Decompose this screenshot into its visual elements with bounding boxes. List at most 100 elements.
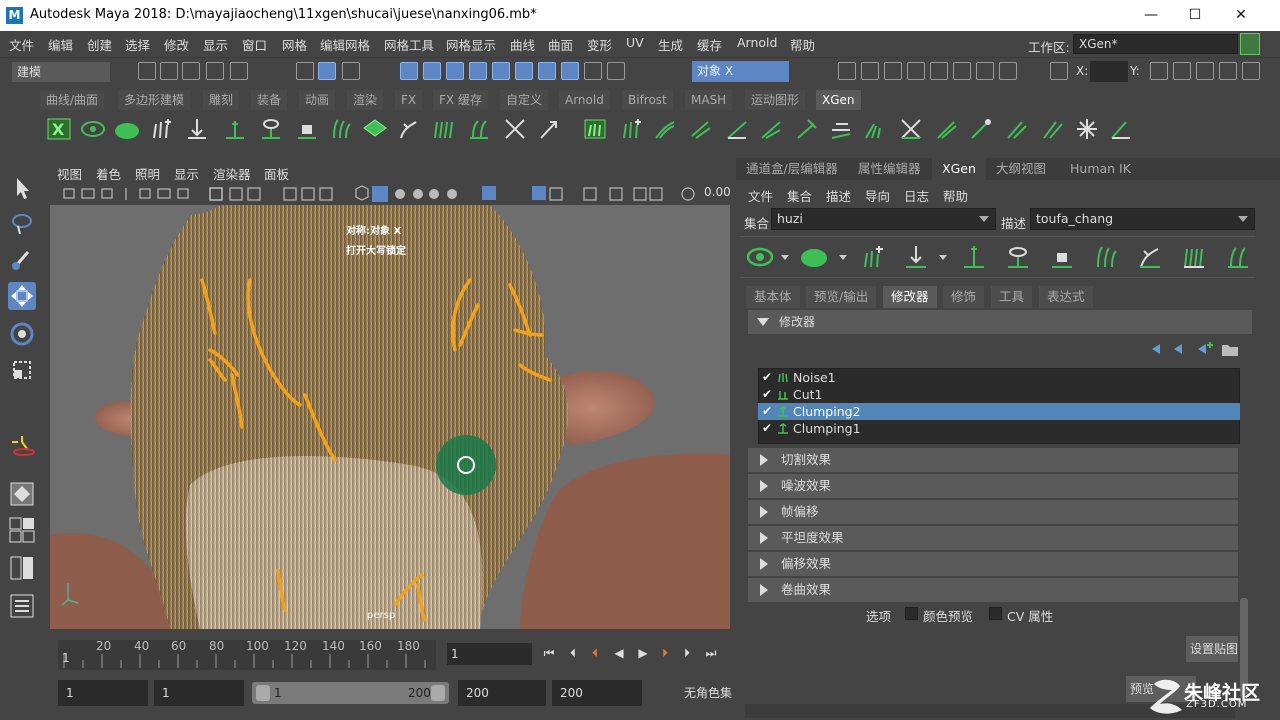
shelf-tab-rendering[interactable]: 渲染: [347, 90, 384, 110]
playback-start-field[interactable]: 1: [154, 680, 244, 706]
modifier-row-clumping2[interactable]: ✔ Clumping2: [758, 403, 1240, 420]
right-panel-scrollbar[interactable]: [1238, 452, 1250, 702]
shelf-tab-bifrost[interactable]: Bifrost: [622, 90, 673, 110]
modifier-folder-icon[interactable]: [1222, 345, 1238, 356]
xgen-menu-collection[interactable]: 集合: [787, 186, 812, 205]
guide-grid-icon[interactable]: [362, 116, 388, 142]
add-guide-icon[interactable]: [858, 243, 886, 271]
animation-end-field[interactable]: 200: [552, 680, 642, 706]
shelf-tab-rigging[interactable]: 装备: [251, 90, 288, 110]
animation-start-field[interactable]: 1: [58, 680, 148, 706]
hypershade-icon[interactable]: [930, 62, 948, 80]
move-modifier-up-icon[interactable]: [1152, 344, 1160, 354]
go-to-end-button[interactable]: ⏭: [702, 643, 720, 663]
xgen-preview-eye-icon[interactable]: [746, 243, 774, 271]
tab-xgen[interactable]: XGen: [932, 158, 986, 180]
groom-smooth-icon[interactable]: [724, 116, 750, 142]
shelf-tab-fx[interactable]: FX: [395, 90, 423, 110]
xgen-menu-description[interactable]: 描述: [826, 186, 851, 205]
lasso-tool-icon[interactable]: [8, 210, 36, 238]
section-flatness-effect[interactable]: 平坦度效果: [748, 526, 1238, 550]
last-tool-icon[interactable]: [8, 430, 36, 458]
shelf-tab-mash[interactable]: MASH: [685, 90, 733, 110]
symmetry-object-field[interactable]: 对象 X: [692, 61, 789, 82]
snap-surface-icon[interactable]: [492, 62, 510, 80]
lock-icon[interactable]: [584, 62, 602, 80]
section-frame-offset[interactable]: 帧偏移: [748, 500, 1238, 524]
minimize-button[interactable]: —: [1136, 4, 1166, 26]
preview-options-chevron-icon[interactable]: [778, 243, 792, 271]
channel-box-toggle-icon[interactable]: [1242, 62, 1260, 80]
xgen-create-description-icon[interactable]: [114, 116, 140, 142]
guide-bend-icon[interactable]: [396, 116, 422, 142]
step-forward-frame-button[interactable]: ⏵: [678, 643, 696, 663]
brush-manipulator[interactable]: [436, 435, 496, 495]
menu-generate[interactable]: 生成: [658, 35, 683, 54]
shelf-tab-custom[interactable]: 自定义: [500, 90, 549, 110]
guide-add-cv-icon[interactable]: [222, 116, 248, 142]
guide-visibility-icon[interactable]: [258, 116, 284, 142]
play-backwards-button[interactable]: ◀: [610, 643, 628, 663]
menu-mesh-display[interactable]: 网格显示: [446, 35, 496, 54]
3d-viewport[interactable]: [50, 205, 730, 629]
step-forward-key-button[interactable]: ⏵: [656, 643, 674, 663]
pause-viewport-icon[interactable]: [999, 62, 1017, 80]
guide-lock-icon[interactable]: [294, 116, 320, 142]
menu-cache[interactable]: 缓存: [697, 35, 722, 54]
open-scene-icon[interactable]: [160, 62, 178, 80]
groom-part-icon[interactable]: [934, 116, 960, 142]
select-tool-icon[interactable]: [8, 174, 36, 202]
modifiers-section-header[interactable]: 修改器: [748, 310, 1252, 334]
x-coord-field[interactable]: [1090, 61, 1128, 82]
tab-outliner[interactable]: 大纲视图: [986, 158, 1056, 180]
xgen-editor-icon[interactable]: X: [46, 116, 72, 142]
ipr-render-icon[interactable]: [884, 62, 902, 80]
guide-sculpt-icon[interactable]: [1092, 243, 1120, 271]
select-object-icon[interactable]: [318, 62, 336, 80]
modifier-row-cut1[interactable]: ✔ Cut1: [758, 386, 1240, 403]
menu-file[interactable]: 文件: [9, 35, 34, 54]
guide-add-cv-icon[interactable]: [960, 243, 988, 271]
guide-comb-icon[interactable]: [1180, 243, 1208, 271]
groom-brush-icon[interactable]: [652, 116, 678, 142]
menu-create[interactable]: 创建: [87, 35, 112, 54]
shelf-tab-arnold[interactable]: Arnold: [559, 90, 610, 110]
render-view-icon[interactable]: [838, 62, 856, 80]
section-noise-effect[interactable]: 噪波效果: [748, 474, 1238, 498]
subtab-primitives[interactable]: 基本体: [746, 286, 800, 308]
redo-icon[interactable]: [230, 62, 248, 80]
section-offset-effect[interactable]: 偏移效果: [748, 552, 1238, 576]
workspace-lock-icon[interactable]: [1240, 33, 1260, 55]
menu-modify[interactable]: 修改: [164, 35, 189, 54]
snap-grid-icon[interactable]: [400, 62, 418, 80]
shelf-tab-xgen[interactable]: XGen: [816, 90, 861, 110]
description-select[interactable]: toufa_chang: [1030, 208, 1255, 230]
single-pane-layout-icon[interactable]: [8, 480, 36, 508]
four-pane-layout-icon[interactable]: [8, 516, 36, 544]
tab-channel-box[interactable]: 通道盒/层编辑器: [736, 158, 848, 180]
menu-deform[interactable]: 变形: [587, 35, 612, 54]
interactive-groom-icon[interactable]: [582, 116, 608, 142]
shelf-tab-motion-graphics[interactable]: 运动图形: [745, 90, 806, 110]
move-guide-options-chevron-icon[interactable]: [936, 243, 950, 271]
guide-bend-icon[interactable]: [1136, 243, 1164, 271]
move-guide-icon[interactable]: [184, 116, 210, 142]
viewport-zoom-value[interactable]: 0.00: [704, 185, 731, 199]
modifier-row-clumping1[interactable]: ✔ Clumping1: [758, 420, 1240, 437]
guide-visibility-icon[interactable]: [1004, 243, 1032, 271]
save-scene-icon[interactable]: [182, 62, 200, 80]
groom-add-icon[interactable]: [618, 116, 644, 142]
undo-icon[interactable]: [206, 62, 224, 80]
move-modifier-down-icon[interactable]: [1174, 344, 1182, 354]
collection-select[interactable]: huzi: [771, 208, 996, 230]
menu-curves[interactable]: 曲线: [510, 35, 535, 54]
attribute-editor-toggle-icon[interactable]: [1196, 62, 1214, 80]
menu-set-select[interactable]: 建模: [12, 62, 110, 82]
two-pane-layout-icon[interactable]: [8, 554, 36, 582]
render-setup-icon[interactable]: [953, 62, 971, 80]
render-settings-icon[interactable]: [907, 62, 925, 80]
groom-puff-icon[interactable]: [828, 116, 854, 142]
subtab-modifiers[interactable]: 修改器: [883, 286, 937, 308]
vp-menu-panels[interactable]: 面板: [264, 164, 289, 183]
groom-randomize-icon[interactable]: [1074, 116, 1100, 142]
